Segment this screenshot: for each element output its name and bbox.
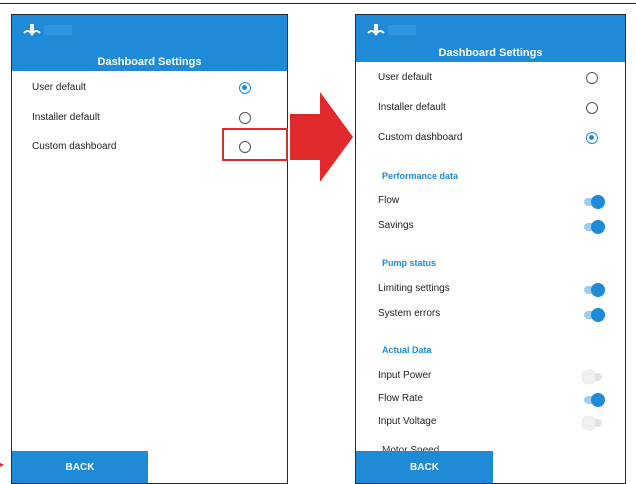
- arrow-right-icon: [290, 92, 353, 182]
- flow-rate-toggle[interactable]: [582, 393, 605, 407]
- option-installer-default[interactable]: Installer default: [12, 110, 287, 128]
- toggle-label: Flow Rate: [378, 393, 424, 404]
- savings-toggle[interactable]: [582, 220, 605, 234]
- option-custom-dashboard[interactable]: Custom dashboard: [356, 130, 625, 148]
- flow-toggle[interactable]: [582, 195, 605, 209]
- page-title: Dashboard Settings: [97, 56, 202, 68]
- toggle-row-input-power[interactable]: Input Power: [356, 368, 625, 386]
- section-title-pump-status: Pump status: [382, 258, 437, 268]
- toggle-row-flow[interactable]: Flow: [356, 193, 625, 211]
- toggle-row-system-errors[interactable]: System errors: [356, 306, 625, 324]
- back-button[interactable]: BACK: [12, 451, 148, 483]
- toggle-label: Input Power: [378, 370, 432, 381]
- toggle-row-input-voltage[interactable]: Input Voltage: [356, 414, 625, 432]
- option-user-default[interactable]: User default: [12, 80, 287, 98]
- toggle-row-savings[interactable]: Savings: [356, 218, 625, 236]
- page-title: Dashboard Settings: [438, 47, 543, 59]
- option-label: User default: [32, 82, 86, 93]
- radio-installer-default[interactable]: [239, 112, 251, 124]
- option-installer-default[interactable]: Installer default: [356, 100, 625, 118]
- toggle-label: Flow: [378, 195, 400, 206]
- toggle-label: Limiting settings: [378, 283, 450, 294]
- radio-custom-dashboard[interactable]: [586, 132, 598, 144]
- option-label: Custom dashboard: [378, 132, 463, 143]
- toggle-row-flow-rate[interactable]: Flow Rate: [356, 391, 625, 409]
- section-title-performance-data: Performance data: [382, 171, 459, 181]
- left-screen: Dashboard Settings User default Installe…: [11, 14, 288, 484]
- app-header: Dashboard Settings: [12, 15, 287, 71]
- radio-user-default[interactable]: [239, 82, 251, 94]
- toggle-label: Savings: [378, 220, 414, 231]
- radio-installer-default[interactable]: [586, 102, 598, 114]
- system-errors-toggle[interactable]: [582, 308, 605, 322]
- edge-arrow-icon: ▸: [0, 460, 5, 469]
- back-button[interactable]: BACK: [356, 451, 493, 483]
- right-screen: Dashboard Settings User default Installe…: [355, 14, 626, 484]
- option-label: Installer default: [32, 112, 100, 123]
- toggle-label: System errors: [378, 308, 441, 319]
- limiting-settings-toggle[interactable]: [582, 283, 605, 297]
- pump-logo-icon: [20, 19, 76, 41]
- option-label: Custom dashboard: [32, 141, 117, 152]
- toggle-row-limiting-settings[interactable]: Limiting settings: [356, 281, 625, 299]
- option-label: Installer default: [378, 102, 446, 113]
- toggle-label: Input Voltage: [378, 416, 437, 427]
- option-label: User default: [378, 72, 432, 83]
- top-rule: [0, 3, 636, 4]
- input-voltage-toggle[interactable]: [582, 416, 604, 430]
- section-title-actual-data: Actual Data: [382, 345, 432, 355]
- option-user-default[interactable]: User default: [356, 70, 625, 88]
- pump-logo-icon: [364, 19, 420, 41]
- app-header: Dashboard Settings: [356, 15, 625, 62]
- input-power-toggle[interactable]: [582, 370, 604, 384]
- highlight-box: [222, 128, 288, 161]
- radio-user-default[interactable]: [586, 72, 598, 84]
